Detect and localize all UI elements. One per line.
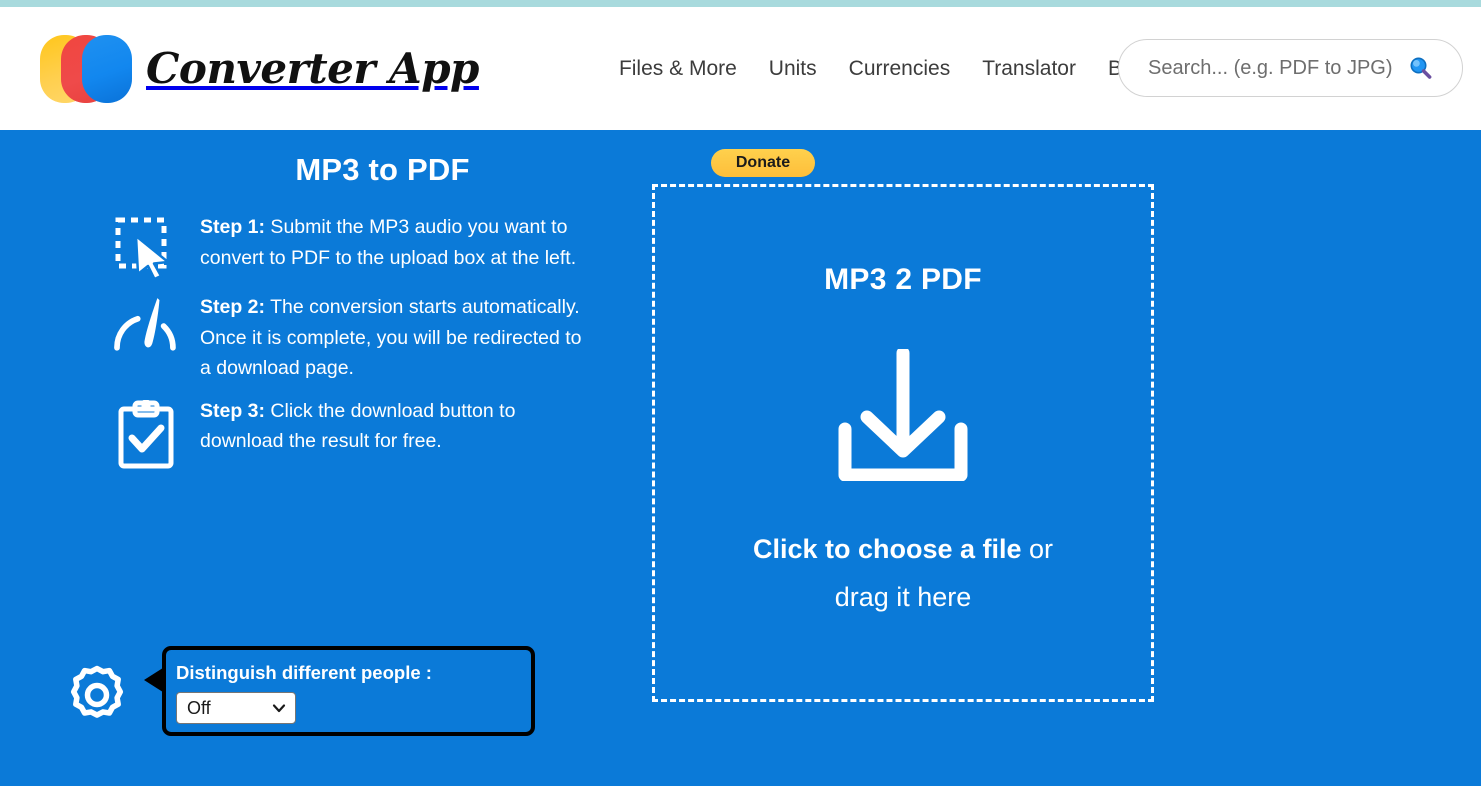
nav-item-currencies[interactable]: Currencies — [849, 57, 951, 81]
top-accent-strip — [0, 0, 1481, 7]
dropzone-caption-rest: or — [1021, 534, 1054, 564]
file-dropzone[interactable]: MP3 2 PDF Click to choose a file or drag… — [652, 184, 1154, 702]
step-label: Step 2: — [200, 296, 266, 318]
step-text: Step 1: Submit the MP3 audio you want to… — [184, 212, 585, 273]
settings-callout-group: Distinguish different people : Off — [66, 646, 535, 736]
donate-button[interactable]: Donate — [711, 149, 815, 177]
chevron-down-icon — [271, 700, 287, 716]
uploader-column: Donate MP3 2 PDF Click to choose a file … — [640, 130, 1170, 786]
nav-item-files-and-more[interactable]: Files & More — [619, 57, 737, 81]
step-item: Step 1: Submit the MP3 audio you want to… — [0, 212, 620, 280]
select-value: Off — [187, 697, 211, 718]
cursor-select-icon — [108, 212, 184, 280]
main-content: MP3 to PDF Step 1: Submit the MP3 audio … — [0, 130, 1481, 786]
search-icon[interactable] — [1407, 55, 1433, 81]
search-input[interactable] — [1148, 56, 1403, 80]
distinguish-people-select[interactable]: Off — [176, 692, 296, 724]
step-item: Step 2: The conversion starts automatica… — [0, 292, 620, 384]
clipboard-check-icon — [108, 396, 184, 470]
speedometer-icon — [108, 292, 184, 354]
step-item: Step 3: Click the download button to dow… — [0, 396, 620, 470]
settings-callout: Distinguish different people : Off — [144, 646, 535, 736]
settings-label: Distinguish different people : — [176, 662, 432, 683]
dropzone-caption: Click to choose a file or drag it here — [693, 525, 1113, 621]
nav-item-units[interactable]: Units — [769, 57, 817, 81]
site-logo[interactable]: Converter App — [40, 33, 479, 105]
step-label: Step 1: — [200, 216, 266, 238]
download-arrow-icon — [833, 346, 973, 482]
logo-petal-blue — [82, 34, 132, 103]
gear-icon[interactable] — [66, 664, 128, 726]
dropzone-caption-line2: drag it here — [834, 582, 972, 612]
search-box[interactable] — [1118, 39, 1463, 97]
dropzone-title: MP3 2 PDF — [824, 263, 982, 296]
site-header: Converter App Files & More Units Currenc… — [0, 7, 1481, 130]
step-text: Step 3: Click the download button to dow… — [184, 396, 585, 457]
nav-item-translator[interactable]: Translator — [982, 57, 1076, 81]
logo-mark-icon — [40, 33, 132, 105]
steps-list: Step 1: Submit the MP3 audio you want to… — [0, 212, 620, 470]
logo-text: Converter App — [146, 44, 479, 93]
step-text: Step 2: The conversion starts automatica… — [184, 292, 585, 384]
instructions-column: MP3 to PDF Step 1: Submit the MP3 audio … — [0, 130, 620, 786]
page-title: MP3 to PDF — [295, 152, 470, 187]
main-navigation: Files & More Units Currencies Translator… — [619, 57, 1150, 81]
step-label: Step 3: — [200, 399, 266, 422]
dropzone-caption-bold: Click to choose a file — [752, 534, 1022, 564]
